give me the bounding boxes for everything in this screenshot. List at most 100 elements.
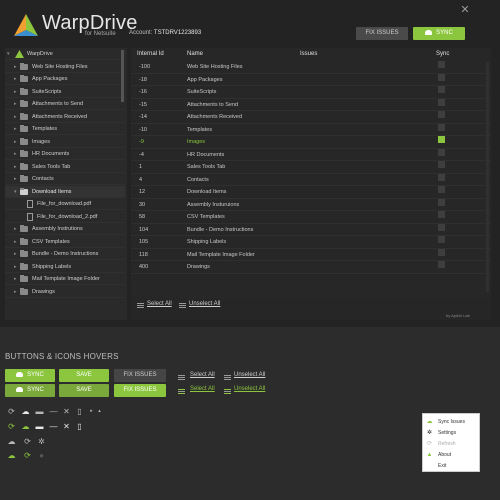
sync-checkbox[interactable]	[438, 248, 445, 256]
tree-root[interactable]: ▾ WarpDrive	[5, 48, 125, 60]
tree-file[interactable]: File_for_download.pdf	[5, 198, 125, 210]
tree-item[interactable]: ▸ Drawings	[5, 286, 125, 298]
unselect-all-link-hover[interactable]: Unselect All	[234, 386, 265, 392]
chevron-right-icon[interactable]: ▸	[14, 173, 17, 185]
tree-item[interactable]: ▸ CSV Templates	[5, 236, 125, 248]
chevron-right-icon[interactable]: ▸	[14, 236, 17, 248]
sync-checkbox[interactable]	[438, 186, 445, 193]
grid-scrollbar[interactable]	[486, 62, 489, 292]
save-button-hover[interactable]: SAVE	[59, 384, 109, 397]
tree-item[interactable]: ▸ Mail Template Image Folder	[5, 273, 125, 285]
tree-item[interactable]: ▸ Attachments Received	[5, 111, 125, 123]
sync-button-normal[interactable]: SYNC	[5, 369, 55, 382]
menu-item-refresh[interactable]: ⟳ Refresh	[423, 439, 479, 450]
refresh-icon[interactable]: ⟳	[23, 437, 32, 446]
menu-item-about[interactable]: ▲ About	[423, 450, 479, 461]
chevron-right-icon[interactable]: ▸	[14, 148, 17, 160]
tree-item[interactable]: ▸ Bundle - Demo Instructions	[5, 248, 125, 260]
col-issues[interactable]: Issues	[300, 48, 317, 60]
table-row[interactable]: -100 Web Site Hosting Files	[131, 61, 491, 74]
fix-issues-button-hover[interactable]: FIX ISSUES	[114, 384, 166, 397]
sync-checkbox[interactable]	[438, 86, 445, 93]
chevron-right-icon[interactable]: ▸	[14, 248, 17, 260]
chevron-right-icon[interactable]: ▸	[14, 98, 17, 110]
sync-checkbox[interactable]	[438, 123, 445, 131]
tree-item[interactable]: ▸ Web Site Hosting Files	[5, 61, 125, 73]
refresh-icon[interactable]: ⟳	[7, 407, 16, 416]
chevron-right-icon[interactable]: ▸	[14, 61, 17, 73]
sync-checkbox[interactable]	[438, 61, 445, 68]
table-row[interactable]: 30 Assembly Insturuions	[131, 198, 491, 211]
menu-item-sync-issues[interactable]: ☁ Sync Issues	[423, 417, 479, 428]
cloud-icon[interactable]: ☁	[7, 451, 16, 460]
sync-checkbox[interactable]	[438, 98, 445, 106]
tree-file[interactable]: File_for_download_2.pdf	[5, 211, 125, 223]
minus-icon[interactable]: —	[49, 407, 58, 416]
sync-button[interactable]: SYNC	[413, 27, 465, 40]
select-all-link-hover[interactable]: Select All	[190, 386, 215, 392]
sync-checkbox[interactable]	[438, 173, 445, 181]
table-row[interactable]: -18 App Packages	[131, 73, 491, 86]
folder-icon[interactable]: ▬	[35, 422, 44, 431]
chevron-right-icon[interactable]: ▸	[14, 136, 17, 148]
table-row[interactable]: -4 HR Documents	[131, 148, 491, 161]
close-icon[interactable]: ✕	[459, 4, 471, 16]
tree-item[interactable]: ▸ Shipping Labels	[5, 261, 125, 273]
chevron-down-icon[interactable]: ▾	[14, 186, 17, 198]
fix-issues-button-normal[interactable]: FIX ISSUES	[114, 369, 166, 382]
table-row[interactable]: 4 Contacts	[131, 173, 491, 186]
tree-item[interactable]: ▸ Templates	[5, 123, 125, 135]
sync-checkbox[interactable]	[438, 148, 445, 156]
tree-item[interactable]: ▸ Images	[5, 136, 125, 148]
document-icon[interactable]: ▯	[75, 422, 84, 431]
col-internal-id[interactable]: Internal Id	[137, 48, 164, 60]
tree-item[interactable]: ▸ SuiteScripts	[5, 86, 125, 98]
col-sync[interactable]: Sync	[436, 48, 449, 60]
minus-icon[interactable]: —	[49, 422, 58, 431]
refresh-icon[interactable]: ⟳	[7, 422, 16, 431]
chevron-right-icon[interactable]: ▸	[14, 261, 17, 273]
menu-item-exit[interactable]: Exit	[423, 461, 479, 472]
menu-item-settings[interactable]: ✲ Settings	[423, 428, 479, 439]
fix-issues-button[interactable]: FIX ISSUES	[356, 27, 408, 40]
table-row[interactable]: 104 Bundle - Demo Instructions	[131, 223, 491, 236]
select-all-link-normal[interactable]: Select All	[190, 372, 215, 378]
tree-item[interactable]: ▸ HR Documents	[5, 148, 125, 160]
chevron-right-icon[interactable]: ▸	[14, 111, 17, 123]
unselect-all-link[interactable]: Unselect All	[189, 301, 220, 307]
table-row[interactable]: -14 Attachments Received	[131, 111, 491, 124]
select-all-link[interactable]: Select All	[147, 301, 172, 307]
tree-scrollbar[interactable]	[121, 50, 124, 102]
chevron-right-icon[interactable]: ▸	[14, 86, 17, 98]
sync-checkbox[interactable]	[438, 111, 445, 118]
save-button-normal[interactable]: SAVE	[59, 369, 109, 382]
sync-checkbox[interactable]	[438, 136, 445, 143]
chevron-right-icon[interactable]: ▸	[14, 273, 17, 285]
table-row[interactable]: 400 Drawings	[131, 261, 491, 274]
sync-checkbox[interactable]	[438, 73, 445, 81]
sync-checkbox[interactable]	[438, 223, 445, 231]
chevron-right-icon[interactable]: ▸	[14, 73, 17, 85]
tree-item[interactable]: ▸ Assembly Instrutions	[5, 223, 125, 235]
table-row[interactable]: 58 CSV Templates	[131, 211, 491, 224]
tree-item[interactable]: ▸ Attachments to Send	[5, 98, 125, 110]
cloud-sync-icon[interactable]: ☁	[21, 422, 30, 431]
document-icon[interactable]: ▯	[75, 407, 84, 416]
sync-checkbox[interactable]	[438, 211, 445, 218]
chevron-right-icon[interactable]: ▸	[14, 223, 17, 235]
cloud-sync-icon[interactable]: ☁	[21, 407, 30, 416]
table-row[interactable]: -10 Templates	[131, 123, 491, 136]
chevron-right-icon[interactable]: ▸	[14, 161, 17, 173]
table-row[interactable]: 105 Shipping Labels	[131, 236, 491, 249]
table-row[interactable]: 118 Mail Template Image Folder	[131, 248, 491, 261]
refresh-icon[interactable]: ⟳	[23, 451, 32, 460]
folder-icon[interactable]: ▬	[35, 407, 44, 416]
table-row[interactable]: -16 SuiteScripts	[131, 86, 491, 99]
sync-button-hover[interactable]: SYNC	[5, 384, 55, 397]
sync-checkbox[interactable]	[438, 236, 445, 243]
tree-item[interactable]: ▸ Sales Tools Tab	[5, 161, 125, 173]
table-row[interactable]: 12 Download Items	[131, 186, 491, 199]
chevron-right-icon[interactable]: ▸	[14, 123, 17, 135]
sync-checkbox[interactable]	[438, 198, 445, 206]
table-row[interactable]: 1 Sales Tools Tab	[131, 161, 491, 174]
